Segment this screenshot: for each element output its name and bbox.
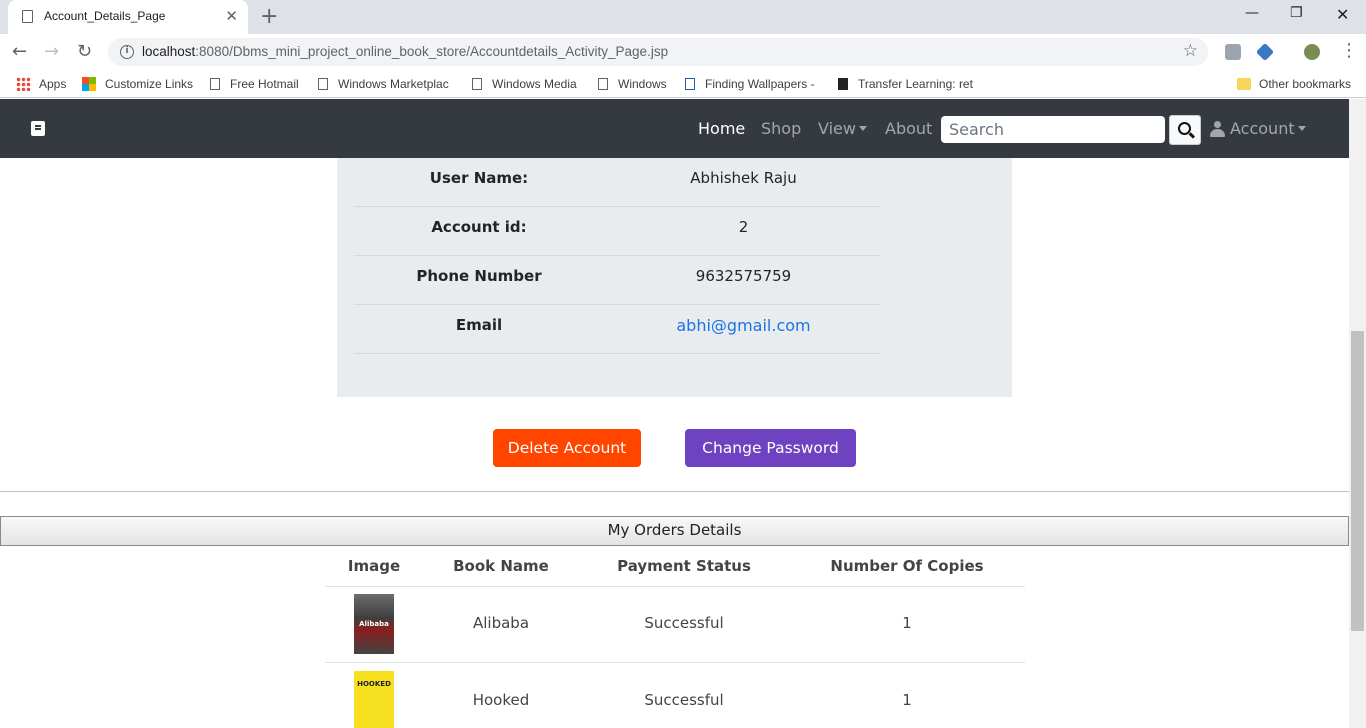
user-icon bbox=[1210, 121, 1225, 137]
detail-label: Phone Number bbox=[416, 267, 542, 285]
account-dropdown[interactable]: Account bbox=[1230, 119, 1306, 138]
minimize-icon[interactable]: — bbox=[1245, 5, 1259, 21]
bookmark-transfer-learning[interactable]: Transfer Learning: ret bbox=[838, 77, 973, 91]
site-navbar: Home Shop View About Account bbox=[0, 99, 1349, 158]
profile-avatar[interactable] bbox=[1304, 44, 1320, 60]
bookmark-star-icon[interactable]: ☆ bbox=[1183, 41, 1198, 61]
page-icon bbox=[598, 78, 608, 90]
column-header-payment-status: Payment Status bbox=[617, 557, 751, 575]
bookmark-other[interactable]: Other bookmarks bbox=[1237, 77, 1351, 91]
scrollbar-thumb[interactable] bbox=[1351, 331, 1364, 631]
detail-row-email: Email abhi@gmail.com bbox=[354, 305, 881, 354]
bookmark-customize-links[interactable]: Customize Links bbox=[82, 77, 193, 91]
microsoft-icon bbox=[82, 77, 96, 91]
site-icon bbox=[838, 78, 848, 90]
search-button[interactable] bbox=[1169, 115, 1201, 145]
reload-icon[interactable]: ↻ bbox=[77, 41, 92, 62]
book-cover-image: HOOKED bbox=[354, 671, 394, 728]
nav-home[interactable]: Home bbox=[698, 119, 745, 138]
bookmark-windows[interactable]: Windows bbox=[598, 77, 667, 91]
column-header-book-name: Book Name bbox=[453, 557, 549, 575]
restore-icon[interactable]: ❐ bbox=[1290, 5, 1303, 21]
book-icon[interactable] bbox=[31, 121, 45, 136]
info-icon[interactable]: i bbox=[120, 45, 134, 59]
detail-row-account-id: Account id: 2 bbox=[354, 207, 881, 256]
browser-toolbar: ← → ↻ i localhost:8080/Dbms_mini_project… bbox=[0, 34, 1366, 70]
book-cover-image: Alibaba bbox=[354, 594, 394, 654]
table-row: HOOKED Hooked Successful 1 bbox=[325, 663, 1025, 728]
browser-tab[interactable]: Account_Details_Page ✕ bbox=[8, 0, 248, 34]
payment-status-cell: Successful bbox=[644, 614, 724, 632]
new-tab-icon[interactable]: + bbox=[260, 4, 278, 29]
page-scrollbar[interactable] bbox=[1349, 99, 1366, 728]
bookmarks-bar: Apps Customize Links Free Hotmail Window… bbox=[0, 70, 1366, 98]
bookmark-windows-media[interactable]: Windows Media bbox=[472, 77, 577, 91]
nav-about[interactable]: About bbox=[885, 119, 932, 138]
close-tab-icon[interactable]: ✕ bbox=[225, 7, 238, 25]
close-window-icon[interactable]: ✕ bbox=[1336, 5, 1349, 24]
page-icon bbox=[318, 78, 328, 90]
detail-value: 9632575759 bbox=[695, 267, 792, 285]
search-input[interactable] bbox=[941, 116, 1165, 143]
nav-shop[interactable]: Shop bbox=[761, 119, 801, 138]
page-icon bbox=[22, 10, 33, 23]
forward-icon[interactable]: → bbox=[44, 41, 59, 62]
table-row: Alibaba Alibaba Successful 1 bbox=[325, 586, 1025, 663]
page-viewport: Home Shop View About Account User Name: … bbox=[0, 99, 1366, 728]
chevron-down-icon bbox=[858, 126, 867, 131]
address-bar[interactable]: i localhost:8080/Dbms_mini_project_onlin… bbox=[108, 38, 1208, 66]
wallpaper-site-icon bbox=[685, 78, 695, 90]
copies-cell: 1 bbox=[902, 614, 912, 632]
folder-icon bbox=[1237, 78, 1251, 90]
page-icon bbox=[210, 78, 220, 90]
bookmark-finding-wallpapers[interactable]: Finding Wallpapers - bbox=[685, 77, 815, 91]
delete-account-button[interactable]: Delete Account bbox=[493, 429, 641, 467]
nav-view[interactable]: View bbox=[818, 119, 867, 138]
detail-label: Email bbox=[455, 316, 503, 334]
extension-cube-icon[interactable] bbox=[1255, 42, 1275, 62]
book-name-cell: Hooked bbox=[472, 691, 530, 709]
detail-label: Account id: bbox=[431, 218, 527, 236]
detail-value: Abhishek Raju bbox=[690, 169, 797, 187]
extension-image-icon[interactable] bbox=[1225, 44, 1241, 60]
bookmark-windows-marketplace[interactable]: Windows Marketplac bbox=[318, 77, 449, 91]
bookmark-apps[interactable]: Apps bbox=[16, 77, 66, 91]
book-name-cell: Alibaba bbox=[472, 614, 530, 632]
page-icon bbox=[472, 78, 482, 90]
back-icon[interactable]: ← bbox=[12, 41, 27, 62]
chevron-down-icon bbox=[1297, 126, 1306, 131]
url-text: localhost:8080/Dbms_mini_project_online_… bbox=[142, 44, 669, 59]
detail-label: User Name: bbox=[429, 169, 529, 187]
tab-title: Account_Details_Page bbox=[44, 9, 166, 23]
column-header-image: Image bbox=[347, 557, 401, 575]
menu-icon[interactable]: ⋮ bbox=[1340, 40, 1358, 61]
divider bbox=[0, 491, 1349, 492]
email-link[interactable]: abhi@gmail.com bbox=[612, 316, 875, 335]
change-password-button[interactable]: Change Password bbox=[685, 429, 856, 467]
detail-row-username: User Name: Abhishek Raju bbox=[354, 158, 881, 207]
apps-grid-icon bbox=[16, 77, 30, 91]
column-header-copies: Number Of Copies bbox=[830, 557, 984, 575]
account-details-card: User Name: Abhishek Raju Account id: 2 P… bbox=[337, 158, 1012, 397]
bookmark-free-hotmail[interactable]: Free Hotmail bbox=[210, 77, 299, 91]
browser-tab-bar: Account_Details_Page ✕ + — ❐ ✕ bbox=[0, 0, 1366, 34]
detail-row-phone: Phone Number 9632575759 bbox=[354, 256, 881, 305]
copies-cell: 1 bbox=[902, 691, 912, 709]
detail-value: 2 bbox=[738, 218, 749, 236]
search-icon bbox=[1178, 122, 1191, 135]
orders-section-title: My Orders Details bbox=[0, 516, 1349, 546]
payment-status-cell: Successful bbox=[644, 691, 724, 709]
